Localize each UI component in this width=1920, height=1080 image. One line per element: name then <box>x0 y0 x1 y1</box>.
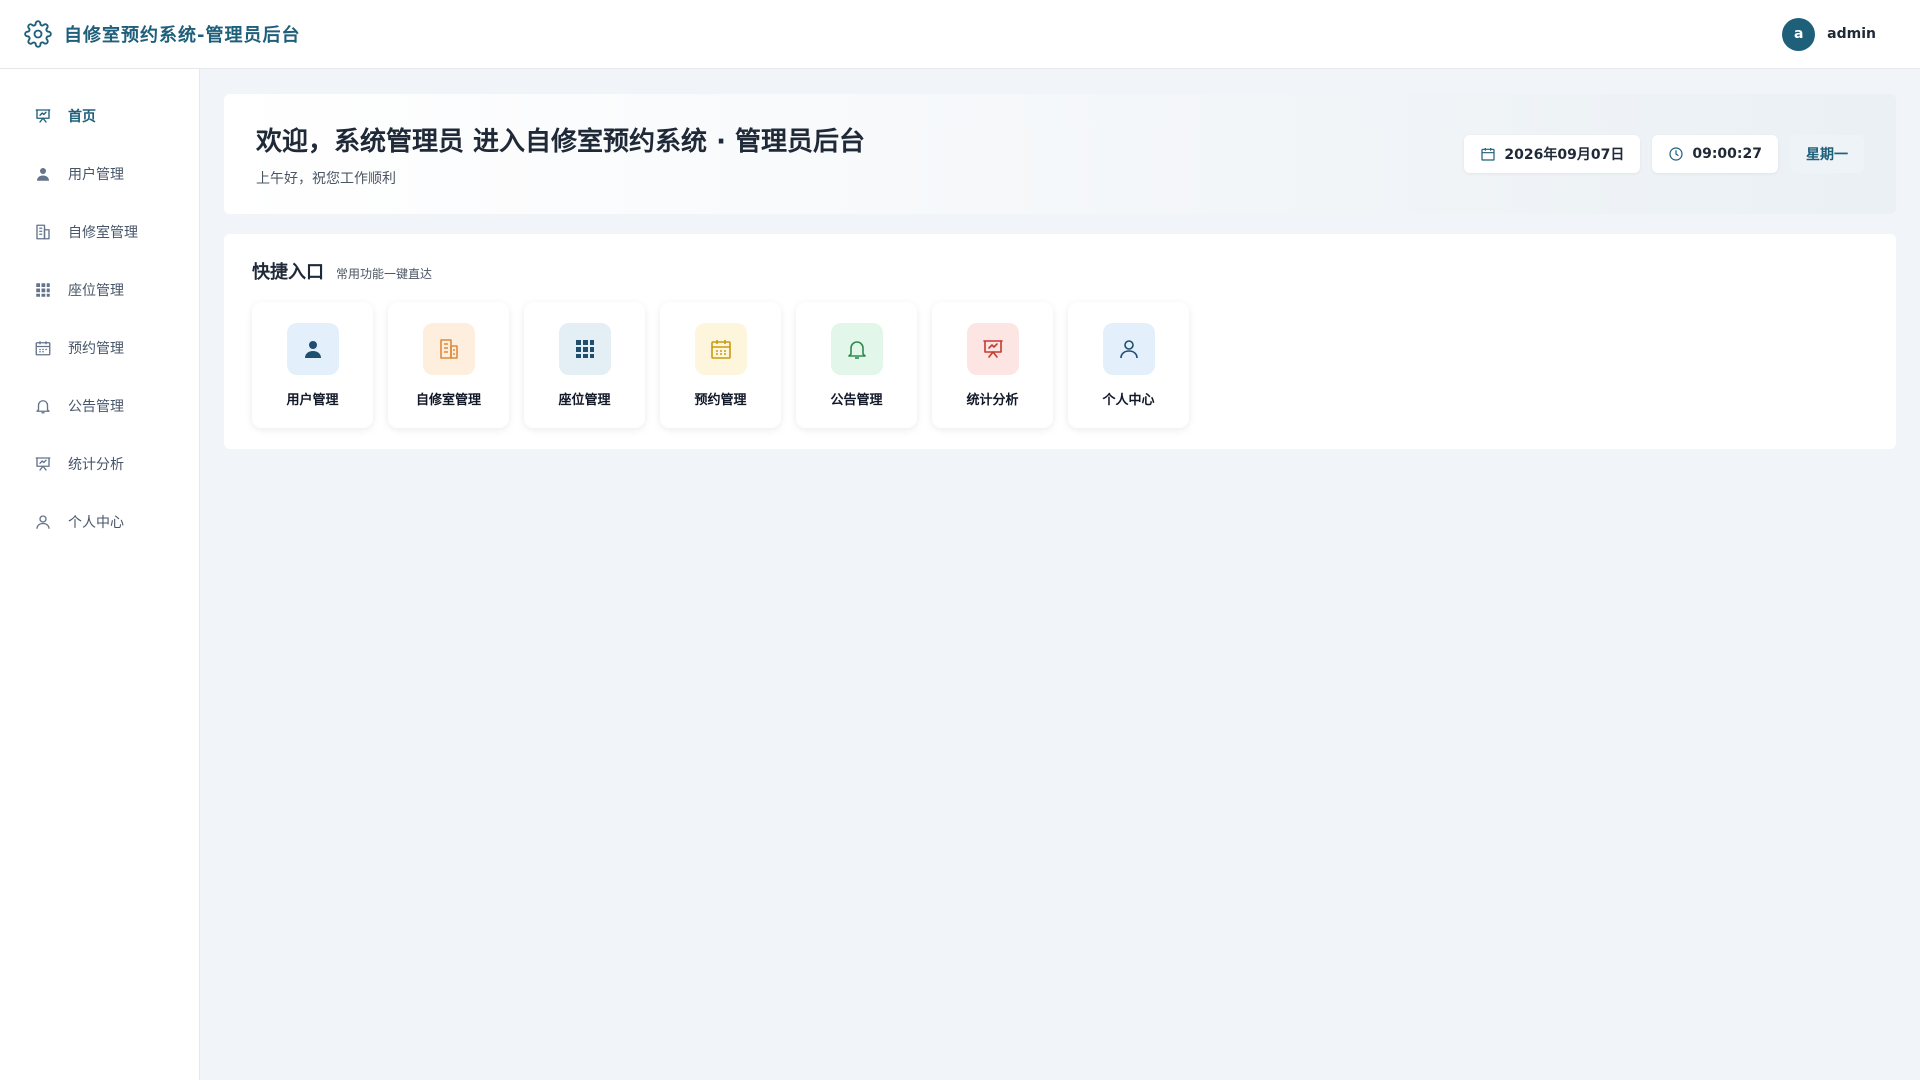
user-outline-icon <box>1102 322 1155 375</box>
sidebar-item-label: 座位管理 <box>68 283 124 299</box>
user-menu[interactable]: a admin <box>1782 17 1876 51</box>
sidebar-item-label: 公告管理 <box>68 399 124 415</box>
sidebar-item-users[interactable]: 用户管理 <box>0 145 199 203</box>
quick-card-label: 预约管理 <box>694 392 747 408</box>
bell-icon <box>830 322 883 375</box>
weekday-chip: 星期一 <box>1790 135 1864 173</box>
calendar-icon <box>694 322 747 375</box>
date-text: 2026年09月07日 <box>1504 147 1625 163</box>
quick-card-reservations[interactable]: 预约管理 <box>660 302 781 428</box>
sidebar-item-label: 自修室管理 <box>68 225 138 241</box>
building-icon <box>34 223 52 241</box>
brand[interactable]: 自修室预约系统-管理员后台 <box>24 20 300 48</box>
app-title: 自修室预约系统-管理员后台 <box>64 25 301 46</box>
sidebar-item-home[interactable]: 首页 <box>0 87 199 145</box>
sidebar-item-label: 用户管理 <box>68 167 124 183</box>
avatar[interactable]: a <box>1782 17 1816 51</box>
quick-card-label: 自修室管理 <box>415 392 481 408</box>
sidebar-item-profile[interactable]: 个人中心 <box>0 493 199 551</box>
gear-icon <box>24 20 52 48</box>
user-icon <box>34 165 52 183</box>
sidebar-item-notices[interactable]: 公告管理 <box>0 377 199 435</box>
quick-card-seats[interactable]: 座位管理 <box>524 302 645 428</box>
sidebar-item-label: 预约管理 <box>68 341 124 357</box>
quick-card-users[interactable]: 用户管理 <box>252 302 373 428</box>
sidebar-item-reservations[interactable]: 预约管理 <box>0 319 199 377</box>
welcome-banner: 欢迎，系统管理员 进入自修室预约系统 · 管理员后台 上午好，祝您工作顺利 20… <box>224 94 1896 214</box>
username[interactable]: admin <box>1827 26 1876 42</box>
quick-card-rooms[interactable]: 自修室管理 <box>388 302 509 428</box>
calendar-icon <box>34 339 52 357</box>
quick-card-notices[interactable]: 公告管理 <box>796 302 917 428</box>
quick-card-label: 用户管理 <box>286 392 339 408</box>
welcome-text: 欢迎，系统管理员 进入自修室预约系统 · 管理员后台 上午好，祝您工作顺利 <box>256 121 865 188</box>
quick-card-label: 公告管理 <box>830 392 883 408</box>
sidebar-item-seats[interactable]: 座位管理 <box>0 261 199 319</box>
sidebar-item-label: 统计分析 <box>68 457 124 473</box>
grid-icon <box>558 322 611 375</box>
datetime-chips: 2026年09月07日 09:00:27 星期一 <box>1464 135 1864 173</box>
quick-card-label: 个人中心 <box>1102 392 1155 408</box>
user-outline-icon <box>34 513 52 531</box>
grid-icon <box>34 281 52 299</box>
weekday-text: 星期一 <box>1806 147 1848 163</box>
quick-card-profile[interactable]: 个人中心 <box>1068 302 1189 428</box>
welcome-title: 欢迎，系统管理员 进入自修室预约系统 · 管理员后台 <box>256 126 866 157</box>
top-header: 自修室预约系统-管理员后台 a admin <box>0 0 1920 69</box>
quick-access-title: 快捷入口 <box>252 262 324 283</box>
sidebar-item-label: 个人中心 <box>68 515 124 531</box>
sidebar: 首页 用户管理 自修室管理 座位管理 预约管理 公告管理 统计分析 个人中心 <box>0 69 200 1080</box>
quick-card-label: 统计分析 <box>966 392 1019 408</box>
presentation-chart-icon <box>34 107 52 125</box>
bell-icon <box>34 397 52 415</box>
presentation-chart-icon <box>966 322 1019 375</box>
quick-access-header: 快捷入口 常用功能一键直达 <box>252 258 1868 284</box>
time-text: 09:00:27 <box>1692 146 1762 162</box>
presentation-chart-icon <box>34 455 52 473</box>
quick-card-label: 座位管理 <box>558 392 611 408</box>
sidebar-item-rooms[interactable]: 自修室管理 <box>0 203 199 261</box>
calendar-icon <box>1480 146 1496 162</box>
quick-access-panel: 快捷入口 常用功能一键直达 用户管理 自修室管理 座位管理 预约管理 公告管理 … <box>224 234 1896 449</box>
quick-access-subtitle: 常用功能一键直达 <box>336 267 433 281</box>
user-icon <box>286 322 339 375</box>
main-content: 欢迎，系统管理员 进入自修室预约系统 · 管理员后台 上午好，祝您工作顺利 20… <box>200 69 1920 1080</box>
quick-access-cards: 用户管理 自修室管理 座位管理 预约管理 公告管理 统计分析 个人中心 <box>252 302 1868 428</box>
sidebar-item-label: 首页 <box>68 109 96 125</box>
sidebar-item-statistics[interactable]: 统计分析 <box>0 435 199 493</box>
building-icon <box>422 322 475 375</box>
welcome-subtitle: 上午好，祝您工作顺利 <box>256 170 396 187</box>
clock-icon <box>1668 146 1684 162</box>
time-chip: 09:00:27 <box>1652 135 1778 173</box>
quick-card-statistics[interactable]: 统计分析 <box>932 302 1053 428</box>
date-chip: 2026年09月07日 <box>1464 135 1641 173</box>
